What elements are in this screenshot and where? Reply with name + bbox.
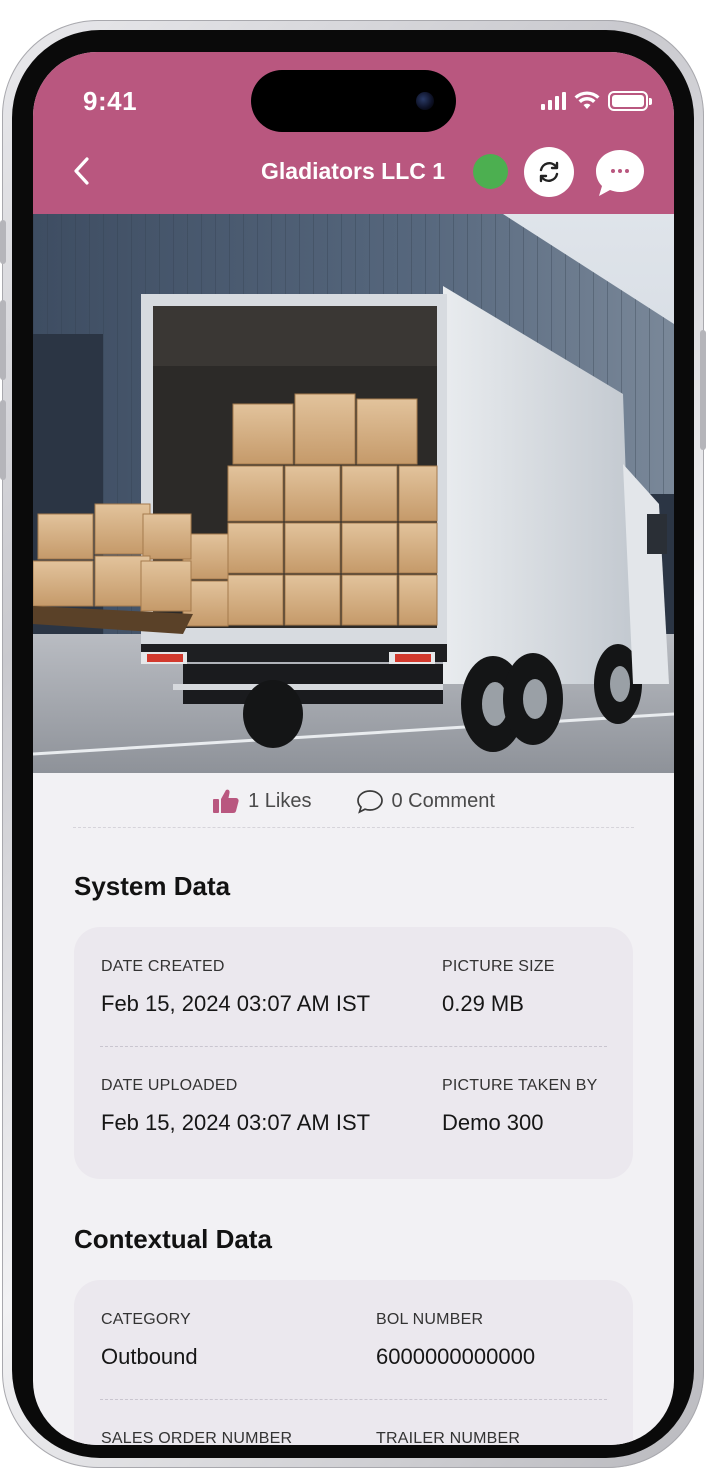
divider: [73, 827, 634, 828]
date-created-value: Feb 15, 2024 03:07 AM IST: [101, 991, 371, 1016]
trailer-number-label: TRAILER NUMBER: [376, 1430, 521, 1445]
reactions-bar: 1 Likes 0 Comment: [33, 785, 674, 817]
sales-order-number-label: SALES ORDER NUMBER: [101, 1430, 293, 1445]
picture-taken-by-label: PICTURE TAKEN BY: [442, 1077, 598, 1094]
comment-button[interactable]: 0 Comment: [356, 788, 495, 814]
date-created-label: DATE CREATED: [101, 958, 225, 975]
volume-up-button: [0, 300, 6, 380]
dynamic-island: [251, 70, 456, 132]
date-uploaded-value: Feb 15, 2024 03:07 AM IST: [101, 1110, 371, 1135]
sync-icon: [539, 161, 559, 183]
camera-icon: [416, 92, 434, 110]
wifi-icon: [574, 91, 600, 109]
category-label: CATEGORY: [101, 1311, 191, 1328]
comments-count: 0 Comment: [391, 789, 495, 812]
system-data-card: DATE CREATED Feb 15, 2024 03:07 AM IST P…: [74, 927, 633, 1179]
truck-photo-image: [33, 214, 674, 773]
mute-switch: [0, 220, 6, 264]
status-icons: [541, 90, 652, 112]
picture-size-label: PICTURE SIZE: [442, 958, 555, 975]
signal-icon: [541, 92, 566, 110]
sync-button[interactable]: [524, 147, 574, 197]
picture-taken-by-value: Demo 300: [442, 1110, 544, 1135]
chat-bubble-icon[interactable]: [593, 147, 647, 199]
status-time: 9:41: [83, 86, 138, 116]
volume-down-button: [0, 400, 6, 480]
category-value: Outbound: [101, 1344, 198, 1369]
bol-number-label: BOL NUMBER: [376, 1311, 484, 1328]
section-title-system-data: System Data: [74, 871, 231, 901]
app-header: 9:41 Gladiators LLC 1: [33, 52, 674, 214]
contextual-data-card: CATEGORY Outbound BOL NUMBER 60000000000…: [74, 1280, 633, 1445]
date-uploaded-label: DATE UPLOADED: [101, 1077, 238, 1094]
section-title-contextual-data: Contextual Data: [74, 1224, 272, 1254]
picture-size-value: 0.29 MB: [442, 991, 524, 1016]
loading-photo[interactable]: [33, 214, 674, 773]
like-button[interactable]: 1 Likes: [212, 788, 312, 814]
power-button: [700, 330, 706, 450]
bol-number-value: 6000000000000: [376, 1344, 536, 1369]
chevron-left-icon[interactable]: [67, 153, 97, 189]
card-divider: [100, 1399, 607, 1400]
thumbs-up-icon: [213, 789, 239, 813]
online-status-indicator: [473, 154, 508, 189]
comment-bubble-icon: [356, 790, 383, 814]
likes-count: 1 Likes: [248, 789, 312, 812]
screen: 9:41 Gladiators LLC 1 1 Likes 0 Comment …: [33, 52, 674, 1445]
page-title: Gladiators LLC 1: [261, 158, 446, 184]
card-divider: [100, 1046, 607, 1047]
battery-icon: [608, 91, 652, 111]
